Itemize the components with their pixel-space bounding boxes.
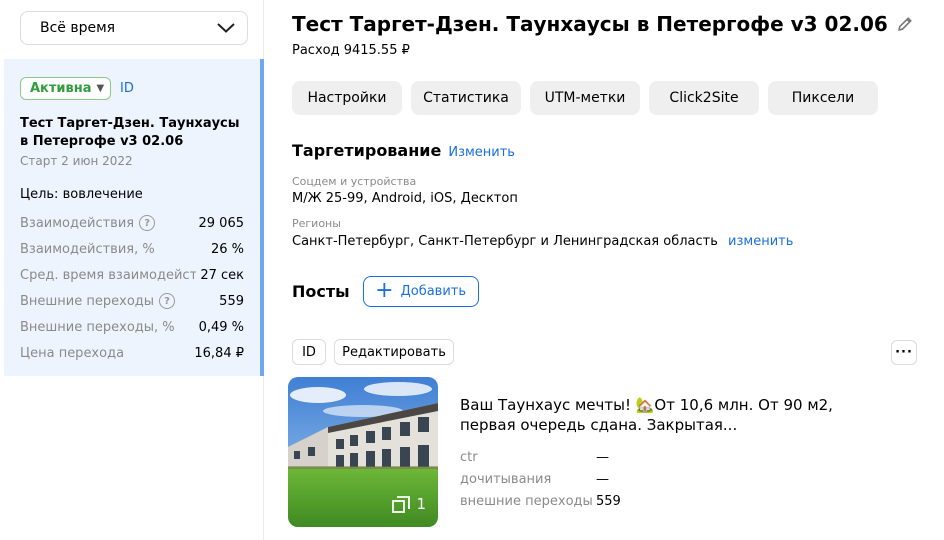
socdem-value: М/Ж 25-99, Android, iOS, Десктоп [292,191,518,206]
chevron-down-icon [217,23,235,33]
targeting-header: Таргетирование Изменить [292,141,515,160]
metric-row: Внешние переходы, % 0,49 % [20,314,244,340]
chevron-down-icon: ▼ [96,83,105,94]
post-stat-row: ctr — [460,446,621,468]
app-root: Всё время Активна ▼ ID Тест Таргет-Дзен.… [0,0,944,540]
post-edit-button[interactable]: Редактировать [334,339,454,365]
tab-utm[interactable]: UTM-метки [530,81,640,115]
posts-title: Посты [292,282,350,301]
add-post-button[interactable]: + Добавить [362,276,479,307]
post-stat-value: — [596,449,609,465]
metric-row: Внешние переходы? 559 [20,288,244,314]
tab-bar: Настройки Статистика UTM-метки Click2Sit… [292,81,878,115]
tab-statistics[interactable]: Статистика [411,81,521,115]
campaign-card[interactable]: Активна ▼ ID Тест Таргет-Дзен. Таунхаусы… [4,59,264,376]
regions-value: Санкт-Петербург, Санкт-Петербург и Ленин… [292,234,793,249]
card-goal: Цель: вовлечение [20,187,143,202]
post-id-button[interactable]: ID [292,339,326,365]
regions-label: Регионы [292,217,341,230]
regions-edit-link[interactable]: изменить [728,234,793,249]
post-stat-name: ctr [460,449,478,465]
posts-header: Посты + Добавить [292,276,479,307]
card-selected-indicator [260,59,264,376]
image-count: 1 [392,495,426,513]
metric-value: 27 сек [200,267,244,283]
more-options-button[interactable]: ··· [891,340,917,365]
post-stat-row: дочитывания — [460,468,621,490]
card-start-date: Старт 2 июн 2022 [20,154,133,168]
period-select-value: Всё время [40,20,116,36]
sidebar: Всё время Активна ▼ ID Тест Таргет-Дзен.… [0,0,264,540]
targeting-title: Таргетирование [292,141,442,160]
metric-row: Взаимодействия? 29 065 [20,210,244,236]
post-stat-name: внешние переходы [460,493,593,509]
post-image[interactable]: 1 [288,377,438,527]
main-panel: Тест Таргет-Дзен. Таунхаусы в Петергофе … [288,0,932,540]
metric-value: 16,84 ₽ [194,345,244,361]
help-icon[interactable]: ? [159,293,176,309]
metric-name: Взаимодействия, % [20,241,155,257]
metric-name: Сред. время взаимодейст [20,267,196,283]
metric-name: Внешние переходы, % [20,319,175,335]
metric-name: Внешние переходы [20,293,155,309]
socdem-label: Соцдем и устройства [292,175,417,188]
image-count-value: 1 [416,495,426,513]
page-title: Тест Таргет-Дзен. Таунхаусы в Петергофе … [292,12,888,36]
card-title: Тест Таргет-Дзен. Таунхаусы в Петергофе … [20,116,240,149]
metric-value: 0,49 % [198,319,244,335]
metric-row: Сред. время взаимодейст 27 сек [20,262,244,288]
tab-settings[interactable]: Настройки [292,81,402,115]
metric-row: Цена перехода 16,84 ₽ [20,340,244,366]
metric-name: Цена перехода [20,345,125,361]
metric-value: 26 % [210,241,244,257]
add-post-label: Добавить [400,284,467,299]
card-metrics: Взаимодействия? 29 065 Взаимодействия, %… [20,210,244,366]
card-id-link[interactable]: ID [120,81,134,96]
status-dropdown[interactable]: Активна ▼ [20,77,112,100]
targeting-edit-link[interactable]: Изменить [448,145,515,160]
status-label: Активна [30,81,92,96]
metric-value: 559 [219,293,244,309]
tab-click2site[interactable]: Click2Site [649,81,759,115]
title-row: Тест Таргет-Дзен. Таунхаусы в Петергофе … [292,12,914,36]
pencil-icon[interactable] [896,15,914,33]
post-text[interactable]: Ваш Таунхаус мечты! 🏡От 10,6 млн. От 90 … [460,395,880,435]
regions-text: Санкт-Петербург, Санкт-Петербург и Ленин… [292,234,718,249]
post-stat-value: 559 [596,493,621,509]
spend-amount: Расход 9415.55 ₽ [292,43,410,58]
metric-row: Взаимодействия, % 26 % [20,236,244,262]
post-stat-value: — [596,471,609,487]
period-select[interactable]: Всё время [20,11,248,45]
post-stats: ctr — дочитывания — внешние переходы 559 [460,446,621,512]
tab-pixels[interactable]: Пиксели [768,81,878,115]
help-icon[interactable]: ? [139,215,156,231]
metric-value: 29 065 [198,215,245,231]
post-stat-name: дочитывания [460,471,552,487]
metric-name: Взаимодействия [20,215,135,231]
plus-icon: + [375,277,394,303]
gallery-icon [392,495,411,513]
post-stat-row: внешние переходы 559 [460,490,621,512]
